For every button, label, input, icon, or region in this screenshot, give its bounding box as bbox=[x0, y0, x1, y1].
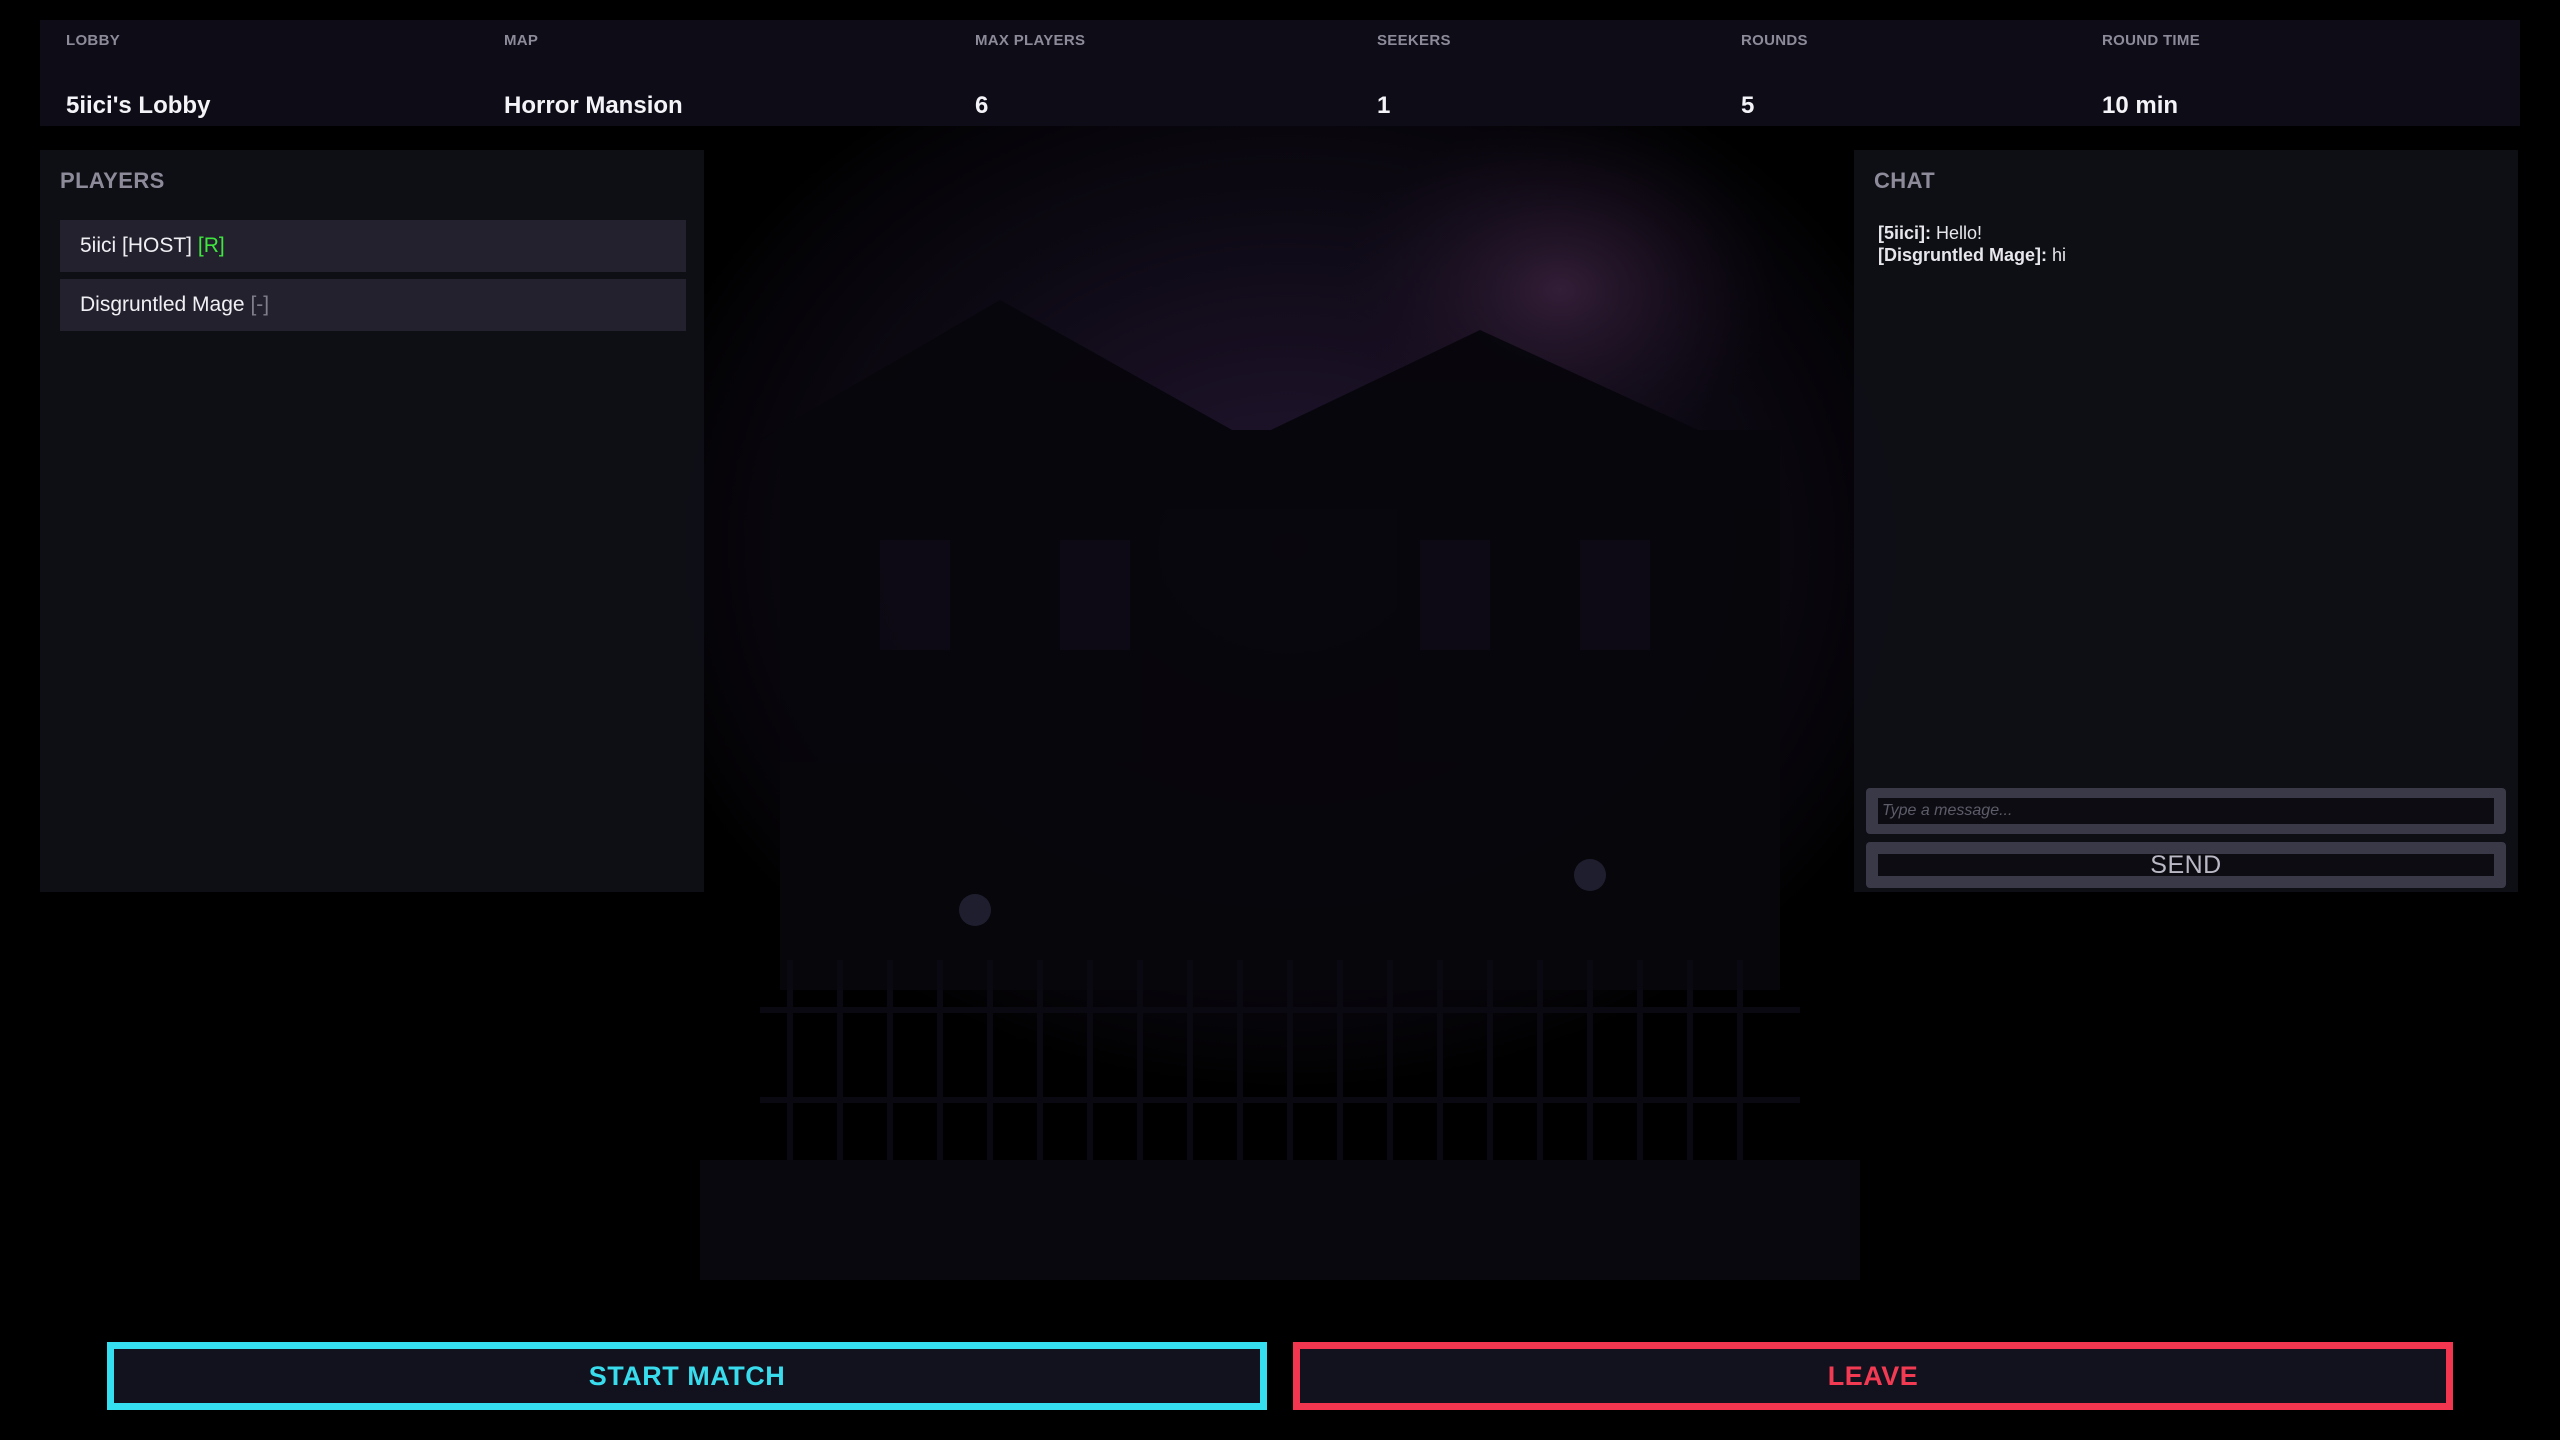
lobby-screen: LOBBY 5iici's Lobby MAP Horror Mansion M… bbox=[0, 0, 2560, 1440]
seekers-value: 1 bbox=[1377, 92, 1391, 119]
max-players-value: 6 bbox=[975, 92, 989, 119]
map-column: MAP Horror Mansion bbox=[478, 20, 948, 126]
map-label: MAP bbox=[504, 32, 539, 49]
chat-message: [5iici]: Hello! bbox=[1878, 222, 2498, 244]
seekers-label: SEEKERS bbox=[1377, 32, 1451, 49]
chat-message-input[interactable] bbox=[1878, 798, 2494, 824]
rounds-column: ROUNDS 5 bbox=[1715, 20, 2076, 126]
player-ready-status: [-] bbox=[250, 293, 270, 316]
chat-message-log: [5iici]: Hello! [Disgruntled Mage]: hi bbox=[1878, 222, 2498, 266]
player-name: 5iici [HOST] bbox=[80, 234, 193, 257]
lobby-name-column: LOBBY 5iici's Lobby bbox=[40, 20, 478, 126]
chat-message: [Disgruntled Mage]: hi bbox=[1878, 244, 2498, 266]
lobby-name-value: 5iici's Lobby bbox=[66, 92, 211, 119]
chat-message-text: hi bbox=[2052, 245, 2067, 265]
leave-button[interactable]: LEAVE bbox=[1293, 1342, 2453, 1410]
player-list-item: Disgruntled Mage [-] bbox=[60, 279, 686, 331]
chat-message-text: Hello! bbox=[1936, 223, 1983, 243]
seekers-column: SEEKERS 1 bbox=[1351, 20, 1715, 126]
chat-panel-title: CHAT bbox=[1874, 168, 1936, 193]
rounds-label: ROUNDS bbox=[1741, 32, 1808, 49]
start-match-button[interactable]: START MATCH bbox=[107, 1342, 1267, 1410]
player-ready-status: [R] bbox=[197, 234, 225, 257]
chat-message-author: [Disgruntled Mage]: bbox=[1878, 245, 2047, 265]
round-time-label: ROUND TIME bbox=[2102, 32, 2200, 49]
chat-message-author: [5iici]: bbox=[1878, 223, 1932, 243]
chat-panel: CHAT [5iici]: Hello! [Disgruntled Mage]:… bbox=[1854, 150, 2518, 892]
max-players-column: MAX PLAYERS 6 bbox=[949, 20, 1351, 126]
player-name: Disgruntled Mage bbox=[80, 293, 245, 316]
players-panel-title: PLAYERS bbox=[60, 168, 165, 193]
round-time-column: ROUND TIME 10 min bbox=[2076, 20, 2520, 126]
lobby-info-bar: LOBBY 5iici's Lobby MAP Horror Mansion M… bbox=[40, 20, 2520, 126]
player-list-item: 5iici [HOST] [R] bbox=[60, 220, 686, 272]
players-panel: PLAYERS 5iici [HOST] [R] Disgruntled Mag… bbox=[40, 150, 704, 892]
chat-input-container bbox=[1866, 788, 2506, 834]
send-button[interactable]: SEND bbox=[1866, 842, 2506, 888]
lobby-name-label: LOBBY bbox=[66, 32, 120, 49]
map-value: Horror Mansion bbox=[504, 92, 683, 119]
send-button-label: SEND bbox=[2150, 851, 2222, 879]
max-players-label: MAX PLAYERS bbox=[975, 32, 1086, 49]
round-time-value: 10 min bbox=[2102, 92, 2179, 119]
rounds-value: 5 bbox=[1741, 92, 1755, 119]
